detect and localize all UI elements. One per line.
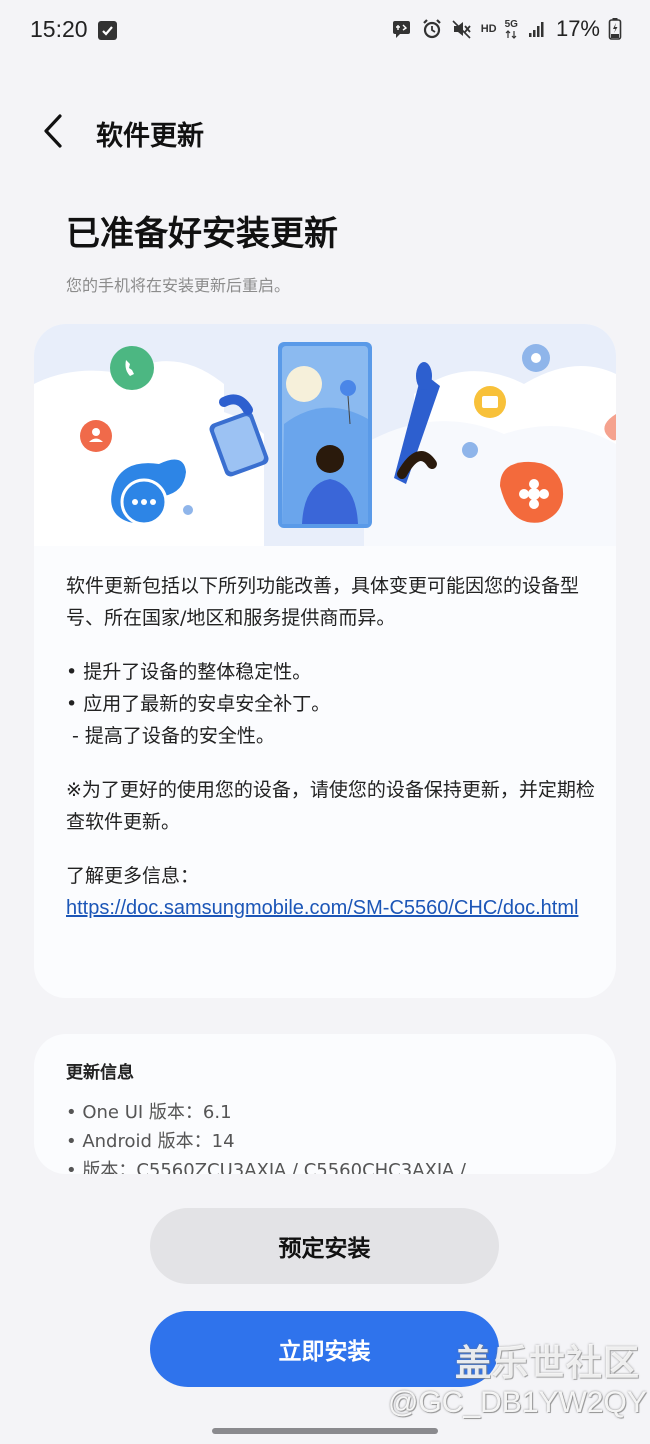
message-notification-icon	[392, 21, 410, 38]
update-info-list: • One UI 版本：6.1 • Android 版本：14 • 版本：C55…	[66, 1098, 466, 1174]
page-subtitle: 您的手机将在安装更新后重启。	[66, 276, 291, 295]
release-notes-intro: 软件更新包括以下所列功能改善，具体变更可能因您的设备型号、所在国家/地区和服务提…	[66, 575, 580, 629]
release-notes: 软件更新包括以下所列功能改善，具体变更可能因您的设备型号、所在国家/地区和服务提…	[66, 570, 596, 924]
mute-icon	[452, 20, 471, 39]
header-title: 软件更新	[96, 121, 204, 152]
release-notes-note: ※为了更好的使用您的设备，请使您的设备保持更新，并定期检查软件更新。	[66, 779, 595, 833]
update-details-card: 软件更新包括以下所列功能改善，具体变更可能因您的设备型号、所在国家/地区和服务提…	[34, 324, 616, 998]
update-info-item: • 版本：C5560ZCU3AXJA / C5560CHC3AXJA /	[66, 1160, 466, 1174]
update-info-item: • Android 版本：14	[66, 1131, 235, 1152]
hd-icon: HD	[480, 23, 497, 35]
battery-charging-icon	[608, 18, 622, 40]
status-bar: 15:20 HD 5G 17%	[0, 0, 650, 64]
battery-percent: 17%	[555, 16, 600, 41]
watermark-handle: @GC_DB1YW2QY	[388, 1386, 647, 1419]
signal-icon	[528, 22, 544, 37]
more-info-label: 了解更多信息：	[66, 865, 200, 887]
back-button[interactable]	[36, 110, 72, 154]
status-time: 15:20	[30, 16, 88, 42]
5g-icon: 5G	[505, 19, 518, 39]
schedule-install-button[interactable]: 预定安装	[150, 1208, 499, 1284]
install-now-button[interactable]: 立即安装	[150, 1311, 499, 1387]
page-title: 已准备好安装更新	[66, 214, 338, 254]
release-note-item: • 提升了设备的整体稳定性。	[66, 661, 312, 683]
update-illustration	[34, 324, 616, 546]
more-info-link[interactable]: https://doc.samsungmobile.com/SM-C5560/C…	[66, 897, 578, 919]
update-info-item: • One UI 版本：6.1	[66, 1102, 232, 1123]
release-note-item: - 提高了设备的安全性。	[66, 725, 275, 747]
update-info-title: 更新信息	[66, 1063, 134, 1083]
home-indicator[interactable]	[212, 1428, 438, 1434]
watermark-brand: 盖乐世社区	[455, 1343, 641, 1384]
update-info-card: 更新信息 • One UI 版本：6.1 • Android 版本：14 • 版…	[34, 1034, 616, 1174]
app-header: 软件更新	[0, 100, 650, 164]
alarm-icon	[422, 19, 441, 39]
chevron-left-icon	[44, 114, 62, 148]
checkbox-notification-icon	[98, 21, 117, 40]
release-note-item: • 应用了最新的安卓安全补丁。	[66, 693, 331, 715]
